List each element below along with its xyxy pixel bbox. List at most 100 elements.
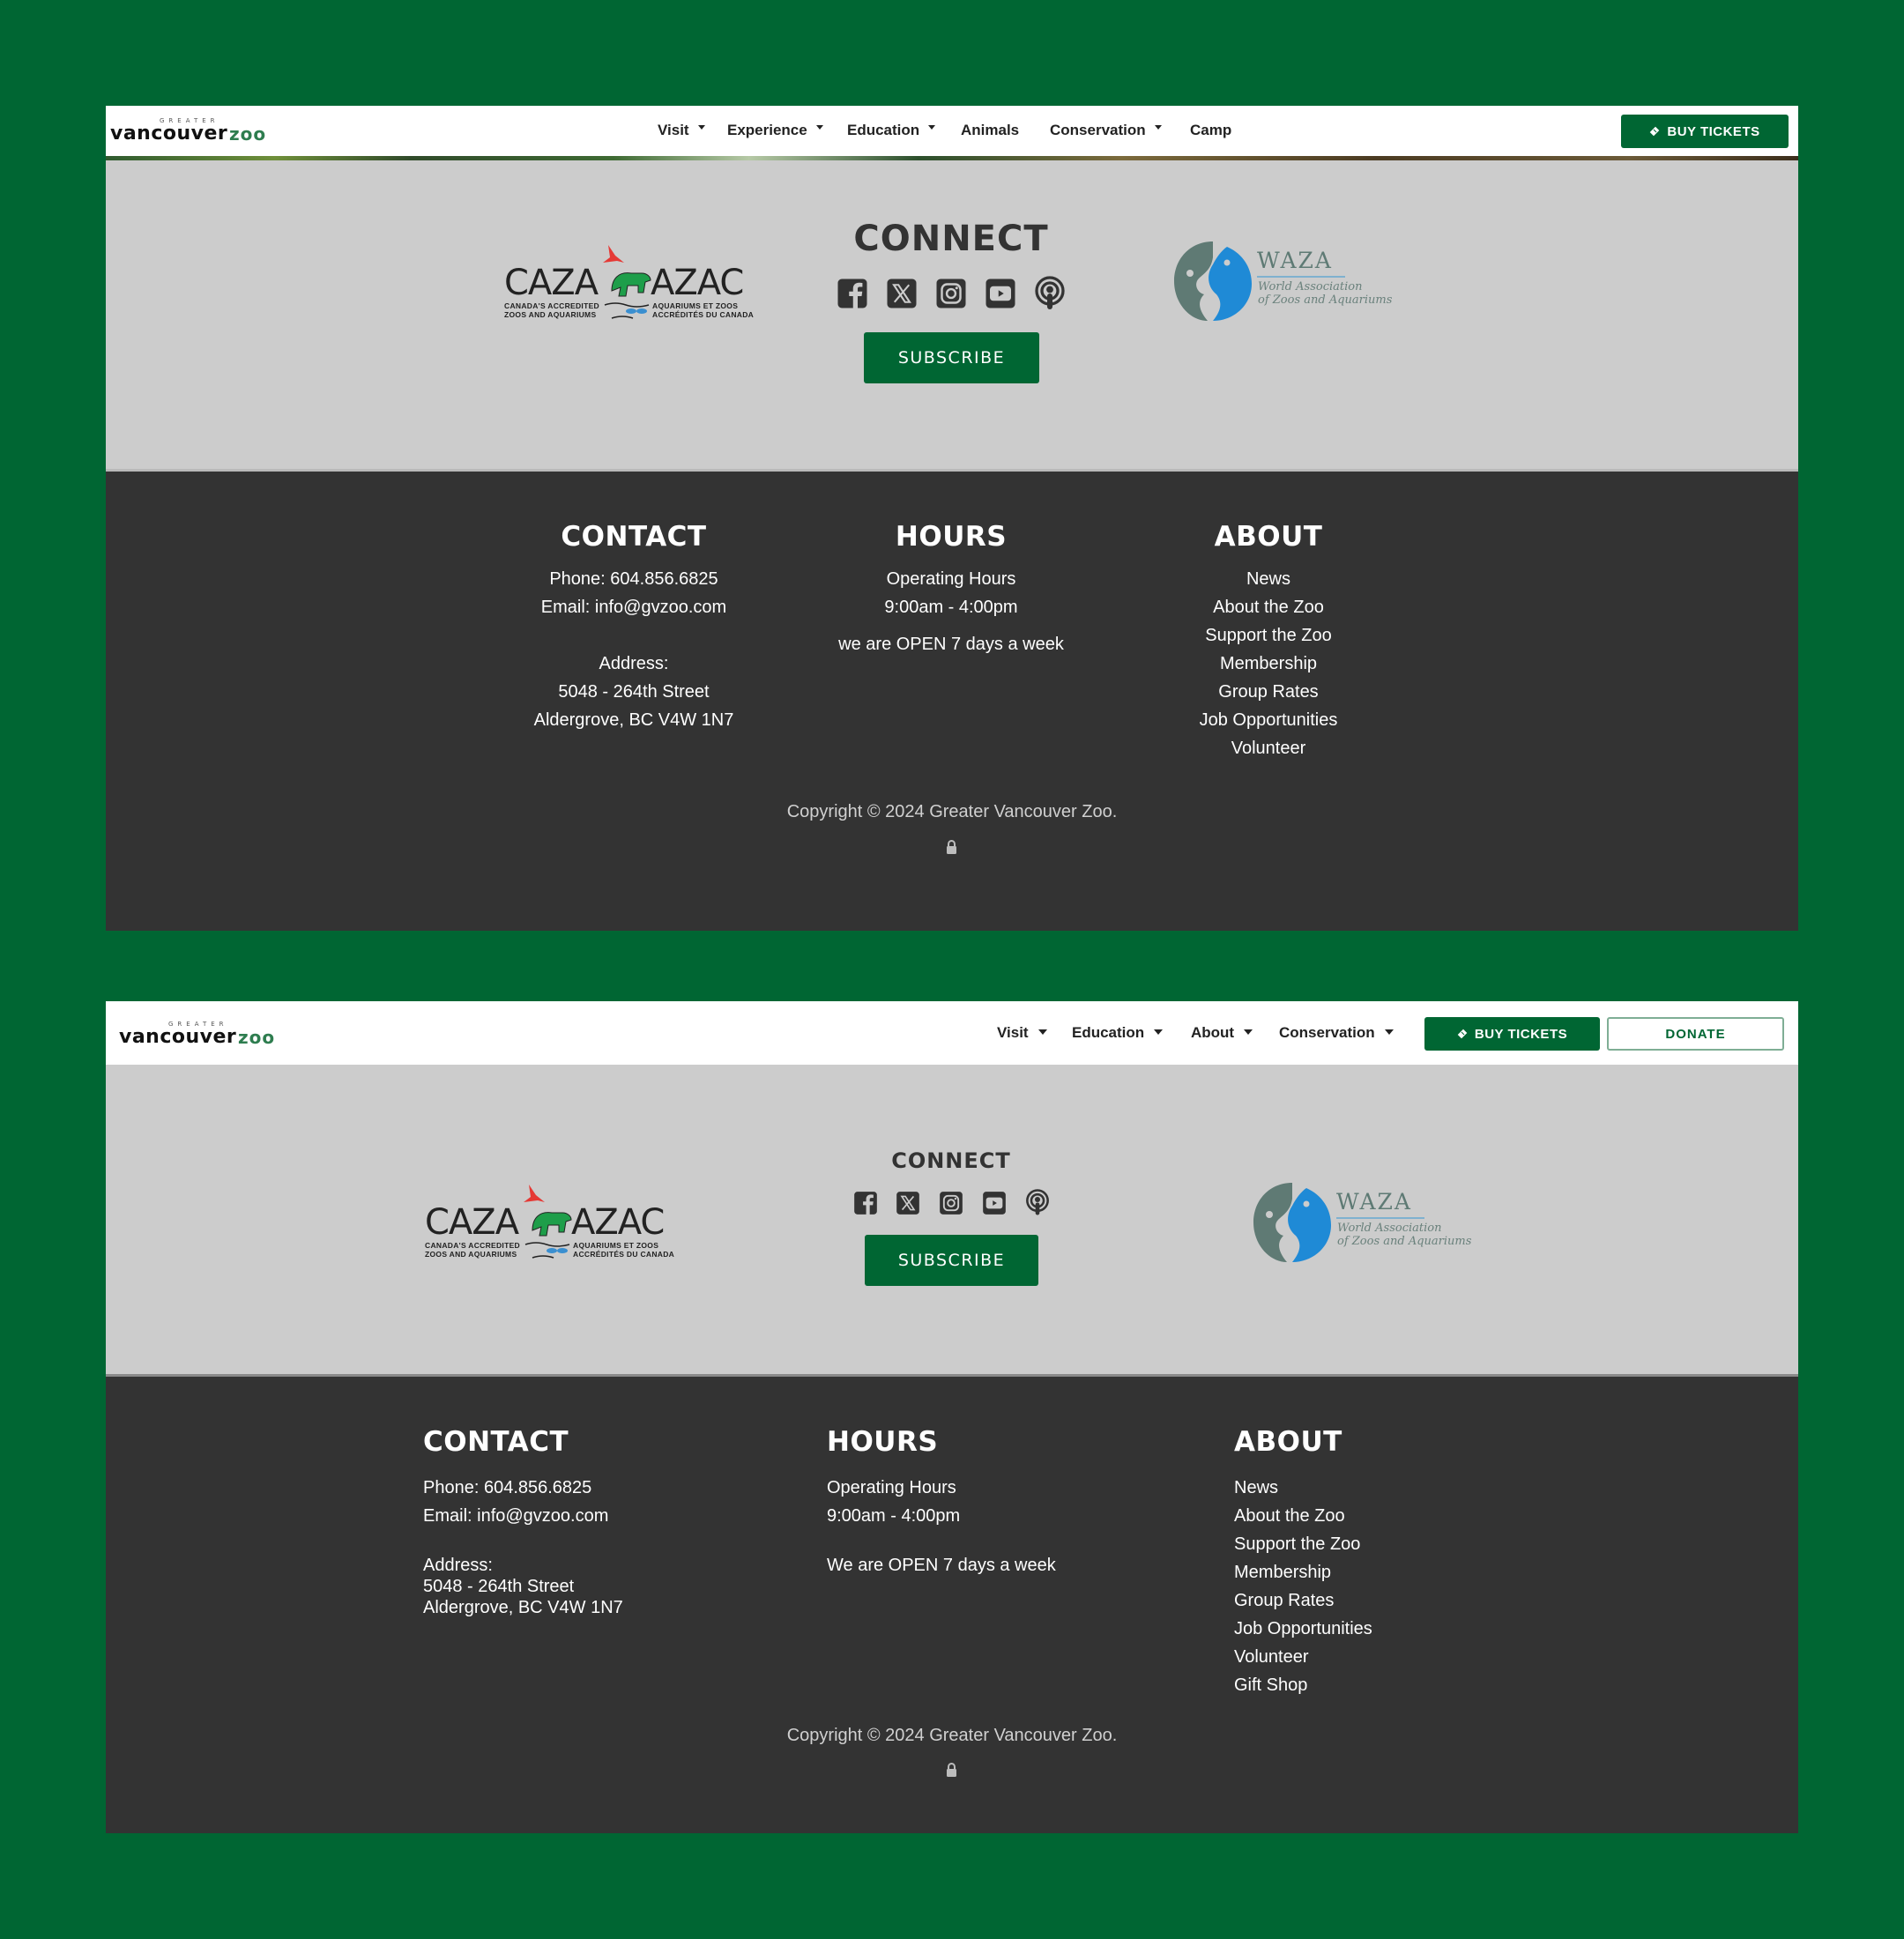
lock-icon[interactable] <box>946 1763 957 1778</box>
contact-email[interactable]: Email: info@gvzoo.com <box>475 598 792 618</box>
hours-heading: HOURS <box>895 521 1008 553</box>
nav-conservation-label: Conservation <box>1279 1024 1375 1041</box>
nav-about[interactable]: About <box>1191 1024 1253 1042</box>
contact-phone[interactable]: Phone: 604.856.6825 <box>475 569 792 590</box>
subscribe-button[interactable]: SUBSCRIBE <box>865 1235 1038 1286</box>
about-link-job-opportunities[interactable]: Job Opportunities <box>1110 710 1427 731</box>
facebook-icon[interactable] <box>853 1191 878 1215</box>
about-link-about-the-zoo[interactable]: About the Zoo <box>1234 1506 1345 1527</box>
hours-note: We are OPEN 7 days a week <box>827 1556 1056 1575</box>
nav-education-label: Education <box>847 122 920 138</box>
buy-tickets-label: BUY TICKETS <box>1474 1026 1568 1042</box>
about-link-support-the-zoo[interactable]: Support the Zoo <box>1234 1534 1360 1555</box>
connect-heading: CONNECT <box>853 219 1049 259</box>
contact-heading: CONTACT <box>423 1426 569 1458</box>
azac-line1: AQUARIUMS ET ZOOS <box>573 1241 659 1250</box>
nav-animals[interactable]: Animals <box>961 122 1019 139</box>
subscribe-button[interactable]: SUBSCRIBE <box>864 332 1039 383</box>
facebook-icon[interactable] <box>837 278 868 309</box>
x-icon[interactable] <box>896 1191 920 1215</box>
copyright-text: Copyright © 2024 Greater Vancouver Zoo. <box>786 1726 1118 1745</box>
donate-button[interactable]: DONATE <box>1607 1017 1784 1051</box>
waza-emblem-icon <box>1253 1183 1331 1262</box>
site-logo[interactable]: GREATER vancouver zoo <box>119 1021 286 1051</box>
chevron-down-icon <box>1384 1029 1394 1035</box>
nav-education[interactable]: Education <box>847 122 936 139</box>
caza-text: CAZA <box>504 263 599 303</box>
logo-vancouver: vancouver <box>119 1026 237 1048</box>
lock-icon[interactable] <box>946 840 957 855</box>
hours-time: 9:00am - 4:00pm <box>827 1506 961 1526</box>
contact-phone[interactable]: Phone: 604.856.6825 <box>423 1478 591 1498</box>
nav-camp[interactable]: Camp <box>1190 122 1231 139</box>
waza-divider <box>1257 276 1345 278</box>
nav-animals-label: Animals <box>961 122 1020 138</box>
waza-divider <box>1336 1217 1424 1219</box>
about-link-volunteer[interactable]: Volunteer <box>1110 739 1427 759</box>
chevron-down-icon <box>928 125 936 130</box>
instagram-icon[interactable] <box>935 278 967 309</box>
chevron-down-icon <box>1038 1029 1047 1035</box>
x-icon[interactable] <box>886 278 918 309</box>
nav-conservation-label: Conservation <box>1050 122 1146 138</box>
logo-zoo: zoo <box>229 123 267 145</box>
nav-education[interactable]: Education <box>1072 1024 1164 1042</box>
nav-visit[interactable]: Visit <box>997 1024 1047 1042</box>
buy-tickets-button[interactable]: BUY TICKETS <box>1621 115 1789 148</box>
about-link-about-the-zoo[interactable]: About the Zoo <box>1110 598 1427 618</box>
contact-address-label: Address: <box>423 1556 493 1575</box>
about-link-gift-shop[interactable]: Gift Shop <box>1234 1675 1307 1696</box>
podcast-icon[interactable] <box>1025 1189 1050 1216</box>
nav-experience[interactable]: Experience <box>727 122 823 139</box>
nav-visit-label: Visit <box>997 1024 1029 1041</box>
podcast-icon[interactable] <box>1034 276 1066 311</box>
buy-tickets-button[interactable]: BUY TICKETS <box>1424 1017 1600 1051</box>
waza-logo[interactable]: WAZA World Association of Zoos and Aquari… <box>1172 240 1392 324</box>
hours-note: we are OPEN 7 days a week <box>838 635 1064 654</box>
nav-conservation[interactable]: Conservation <box>1050 122 1162 139</box>
caza-logo[interactable]: CAZA AZAC CANADA'S ACCREDITED ZOOS AND AQ… <box>504 245 754 321</box>
buy-tickets-label: BUY TICKETS <box>1667 123 1760 139</box>
about-heading: ABOUT <box>1214 521 1323 553</box>
caza-subtitle-fr: AQUARIUMS ET ZOOS ACCRÉDITÉS DU CANADA <box>573 1241 674 1259</box>
caza-line1: CANADA'S ACCREDITED <box>504 301 599 310</box>
fish-wave-icon <box>604 302 650 319</box>
about-link-membership[interactable]: Membership <box>1110 654 1427 674</box>
instagram-icon[interactable] <box>939 1191 963 1215</box>
about-link-group-rates[interactable]: Group Rates <box>1110 682 1427 702</box>
azac-text: AZAC <box>571 1202 665 1243</box>
chevron-down-icon <box>1154 1029 1164 1035</box>
contact-street: 5048 - 264th Street <box>423 1577 575 1596</box>
connect-section: CAZA AZAC CANADA'S ACCREDITED ZOOS AND AQ… <box>106 160 1798 472</box>
nav-conservation[interactable]: Conservation <box>1279 1024 1394 1042</box>
hours-time: 9:00am - 4:00pm <box>884 598 1018 617</box>
contact-street: 5048 - 264th Street <box>558 682 710 702</box>
nav-visit[interactable]: Visit <box>658 122 705 139</box>
nav-visit-label: Visit <box>658 122 689 138</box>
youtube-icon[interactable] <box>985 278 1016 309</box>
about-link-support-the-zoo[interactable]: Support the Zoo <box>1110 626 1427 646</box>
desktop-footer-panel-1: GREATER vancouver zoo Visit Experience E… <box>106 106 1798 931</box>
about-link-group-rates[interactable]: Group Rates <box>1234 1591 1334 1611</box>
caza-logo[interactable]: CAZA AZAC CANADA'S ACCREDITED ZOOS AND AQ… <box>425 1185 674 1260</box>
about-link-membership[interactable]: Membership <box>1234 1563 1331 1583</box>
waza-fullname: World Association of Zoos and Aquariums <box>1337 1222 1471 1248</box>
nav-camp-label: Camp <box>1190 122 1232 138</box>
about-link-news[interactable]: News <box>1234 1478 1278 1498</box>
youtube-icon[interactable] <box>982 1191 1007 1215</box>
waza-logo[interactable]: WAZA World Association of Zoos and Aquari… <box>1252 1181 1471 1266</box>
about-link-job-opportunities[interactable]: Job Opportunities <box>1234 1619 1372 1639</box>
about-heading: ABOUT <box>1234 1426 1342 1458</box>
contact-email[interactable]: Email: info@gvzoo.com <box>423 1506 608 1527</box>
about-link-news[interactable]: News <box>1110 569 1427 590</box>
ticket-icon <box>1456 1029 1468 1039</box>
nav-experience-label: Experience <box>727 122 807 138</box>
site-logo[interactable]: GREATER vancouver zoo <box>110 117 278 147</box>
connect-section: CAZA AZAC CANADA'S ACCREDITED ZOOS AND AQ… <box>106 1065 1798 1377</box>
waza-line2: of Zoos and Aquariums <box>1337 1235 1472 1248</box>
logo-zoo: zoo <box>238 1027 276 1048</box>
caza-line2: ZOOS AND AQUARIUMS <box>425 1250 517 1259</box>
about-link-volunteer[interactable]: Volunteer <box>1234 1647 1309 1668</box>
waza-line2: of Zoos and Aquariums <box>1258 293 1393 307</box>
bear-icon <box>611 272 651 297</box>
